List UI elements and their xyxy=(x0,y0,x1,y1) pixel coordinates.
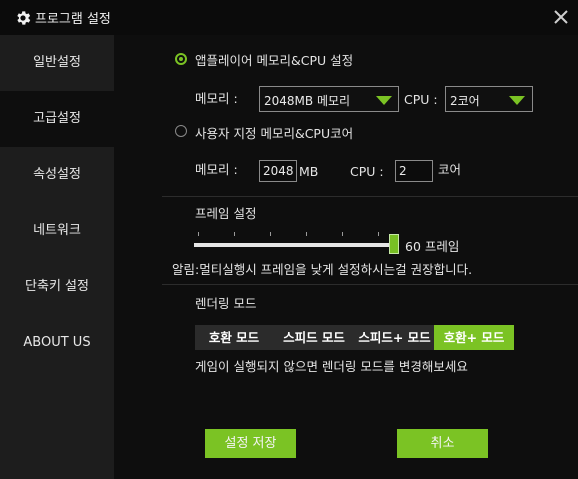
slider-tick xyxy=(306,232,307,236)
sidebar-item-shortcuts[interactable]: 단축키 설정 xyxy=(0,259,114,315)
render-mode-title: 렌더링 모드 xyxy=(195,296,257,311)
frame-value-label: 60 프레임 xyxy=(405,239,460,254)
sidebar: 일반설정 고급설정 속성설정 네트워크 단축키 설정 ABOUT US xyxy=(0,35,114,479)
radio-app-memory-cpu[interactable] xyxy=(175,53,187,65)
cpu-select-value: 2코어 xyxy=(450,94,480,108)
memory-unit: MB xyxy=(299,164,319,179)
gear-icon xyxy=(17,11,31,25)
slider-tick xyxy=(234,232,235,236)
slider-tick xyxy=(198,232,199,236)
memory-select-value: 2048MB 메모리 xyxy=(264,94,351,108)
cancel-button[interactable]: 취소 xyxy=(397,429,488,458)
frame-notice: 알림:멀티실행시 프레임을 낮게 설정하시는걸 권장합니다. xyxy=(172,262,473,277)
sidebar-item-about[interactable]: ABOUT US xyxy=(0,315,114,371)
render-mode-speed-plus[interactable]: 스피드+ 모드 xyxy=(355,325,434,350)
frame-slider-thumb[interactable] xyxy=(389,234,399,254)
divider xyxy=(162,284,578,285)
render-mode-compat[interactable]: 호환 모드 xyxy=(195,325,273,350)
render-mode-speed[interactable]: 스피드 모드 xyxy=(273,325,355,350)
custom-memory-value: 2048 xyxy=(263,164,294,178)
chevron-down-icon xyxy=(376,96,392,105)
app-memory-cpu-label: 앱플레이어 메모리&CPU 설정 xyxy=(195,53,354,68)
render-mode-hint: 게임이 실행되지 않으면 렌더링 모드를 변경해보세요 xyxy=(195,359,468,374)
slider-tick xyxy=(270,232,271,236)
chevron-down-icon xyxy=(509,96,525,105)
render-mode-compat-plus[interactable]: 호환+ 모드 xyxy=(434,325,514,350)
slider-tick xyxy=(378,232,379,236)
slider-tick xyxy=(342,232,343,236)
custom-memory-label: 메모리 : xyxy=(195,162,238,177)
sidebar-item-advanced[interactable]: 고급설정 xyxy=(0,91,114,147)
custom-cpu-input[interactable]: 2 xyxy=(395,160,433,182)
custom-memory-cpu-label: 사용자 지정 메모리&CPU코어 xyxy=(195,126,354,141)
cpu-label: CPU : xyxy=(404,92,438,107)
divider xyxy=(162,196,578,197)
custom-memory-input[interactable]: 2048 xyxy=(259,160,297,182)
cpu-select[interactable]: 2코어 xyxy=(445,86,533,112)
close-icon[interactable] xyxy=(552,8,570,26)
sidebar-item-general[interactable]: 일반설정 xyxy=(0,35,114,91)
frame-slider-track[interactable] xyxy=(194,243,394,247)
memory-label: 메모리 : xyxy=(195,91,238,106)
frame-setting-title: 프레임 설정 xyxy=(195,206,257,221)
sidebar-item-properties[interactable]: 속성설정 xyxy=(0,147,114,203)
memory-select[interactable]: 2048MB 메모리 xyxy=(259,86,399,112)
sidebar-item-network[interactable]: 네트워크 xyxy=(0,203,114,259)
save-settings-button[interactable]: 설정 저장 xyxy=(205,429,296,458)
settings-content: 앱플레이어 메모리&CPU 설정 메모리 : 2048MB 메모리 CPU : … xyxy=(114,35,578,479)
radio-custom-memory-cpu[interactable] xyxy=(175,125,187,137)
title-bar: 프로그램 설정 xyxy=(0,0,578,35)
window-title: 프로그램 설정 xyxy=(35,12,111,27)
custom-cpu-value: 2 xyxy=(399,164,407,178)
cpu-unit: 코어 xyxy=(438,162,462,177)
custom-cpu-label: CPU : xyxy=(350,164,384,179)
